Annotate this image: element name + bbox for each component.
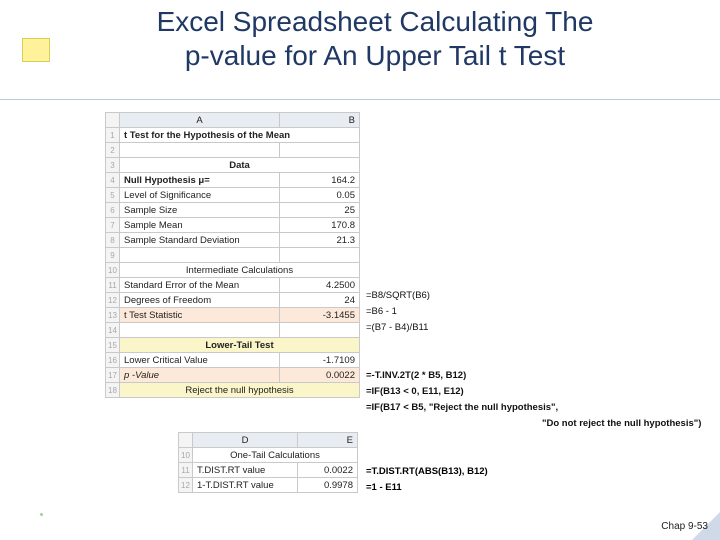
lower-tail-header: Lower-Tail Test [120, 338, 360, 353]
lcv-label: Lower Critical Value [120, 353, 280, 368]
n-value: 25 [280, 203, 360, 218]
sig-value: 0.05 [280, 188, 360, 203]
col-header-b: B [280, 113, 360, 128]
corner-cell [106, 113, 120, 128]
df-label: Degrees of Freedom [120, 293, 280, 308]
n-label: Sample Size [120, 203, 280, 218]
one-minus-tdistrt-label: 1-T.DIST.RT value [193, 478, 298, 493]
formula-reject-1: =IF(B17 < B5, "Reject the null hypothesi… [366, 400, 701, 416]
tdistrt-label: T.DIST.RT value [193, 463, 298, 478]
table-title: t Test for the Hypothesis of the Mean [120, 128, 360, 143]
formula-tdistrt: =T.DIST.RT(ABS(B13), B12) [366, 464, 488, 480]
row-num: 4 [106, 173, 120, 188]
data-header: Data [120, 158, 360, 173]
title-line-2: p-value for An Upper Tail t Test [185, 40, 565, 71]
slide-number: Chap 9-53 [661, 521, 708, 532]
sd-label: Sample Standard Deviation [120, 233, 280, 248]
one-tail-header: One-Tail Calculations [193, 448, 358, 463]
formula-df: =B6 - 1 [366, 304, 701, 320]
formula-se: =B8/SQRT(B6) [366, 288, 701, 304]
tdistrt-value: 0.0022 [298, 463, 358, 478]
row-num: 15 [106, 338, 120, 353]
main-spreadsheet: A B 1 t Test for the Hypothesis of the M… [105, 112, 360, 398]
row-num: 2 [106, 143, 120, 158]
row-num: 1 [106, 128, 120, 143]
formula-callouts: =B8/SQRT(B6) =B6 - 1 =(B7 - B4)/B11 =-T.… [366, 112, 701, 432]
slide-title: Excel Spreadsheet Calculating The p-valu… [60, 5, 690, 72]
row-num: 10 [106, 263, 120, 278]
accent-box [22, 38, 50, 62]
title-line-1: Excel Spreadsheet Calculating The [157, 6, 594, 37]
row-num: 6 [106, 203, 120, 218]
one-tail-spreadsheet: D E 10 One-Tail Calculations 11 T.DIST.R… [178, 432, 358, 493]
p-value: 0.0022 [280, 368, 360, 383]
row-num: 12 [106, 293, 120, 308]
formula-p: =IF(B13 < 0, E11, E12) [366, 384, 701, 400]
intermediate-header: Intermediate Calculations [120, 263, 360, 278]
df-value: 24 [280, 293, 360, 308]
formula-one-minus-tdistrt: =1 - E11 [366, 480, 488, 496]
se-label: Standard Error of the Mean [120, 278, 280, 293]
row-num: 18 [106, 383, 120, 398]
tstat-value: -3.1455 [280, 308, 360, 323]
title-divider [0, 99, 720, 100]
row-num: 12 [179, 478, 193, 493]
row-num: 7 [106, 218, 120, 233]
row-num: 17 [106, 368, 120, 383]
formula-tstat: =(B7 - B4)/B11 [366, 320, 701, 336]
bullet-dot [40, 513, 43, 516]
null-hyp-label: Null Hypothesis μ= [120, 173, 280, 188]
row-num: 13 [106, 308, 120, 323]
slide: Excel Spreadsheet Calculating The p-valu… [0, 0, 720, 540]
null-hyp-value: 164.2 [280, 173, 360, 188]
one-minus-tdistrt-value: 0.9978 [298, 478, 358, 493]
lcv-value: -1.7109 [280, 353, 360, 368]
reject-result: Reject the null hypothesis [120, 383, 360, 398]
row-num: 14 [106, 323, 120, 338]
row-num: 5 [106, 188, 120, 203]
p-label: p -Value [120, 368, 280, 383]
col-header-e: E [298, 433, 358, 448]
sd-value: 21.3 [280, 233, 360, 248]
row-num: 9 [106, 248, 120, 263]
row-num: 11 [106, 278, 120, 293]
row-num: 8 [106, 233, 120, 248]
corner-cell [179, 433, 193, 448]
col-header-a: A [120, 113, 280, 128]
row-num: 3 [106, 158, 120, 173]
formula-callouts-bottom: =T.DIST.RT(ABS(B13), B12) =1 - E11 [366, 448, 488, 496]
se-value: 4.2500 [280, 278, 360, 293]
tstat-label: t Test Statistic [120, 308, 280, 323]
mean-label: Sample Mean [120, 218, 280, 233]
row-num: 10 [179, 448, 193, 463]
col-header-d: D [193, 433, 298, 448]
formula-reject-2: "Do not reject the null hypothesis") [366, 416, 701, 432]
mean-value: 170.8 [280, 218, 360, 233]
formula-lcv: =-T.INV.2T(2 * B5, B12) [366, 368, 701, 384]
sig-label: Level of Significance [120, 188, 280, 203]
row-num: 11 [179, 463, 193, 478]
row-num: 16 [106, 353, 120, 368]
